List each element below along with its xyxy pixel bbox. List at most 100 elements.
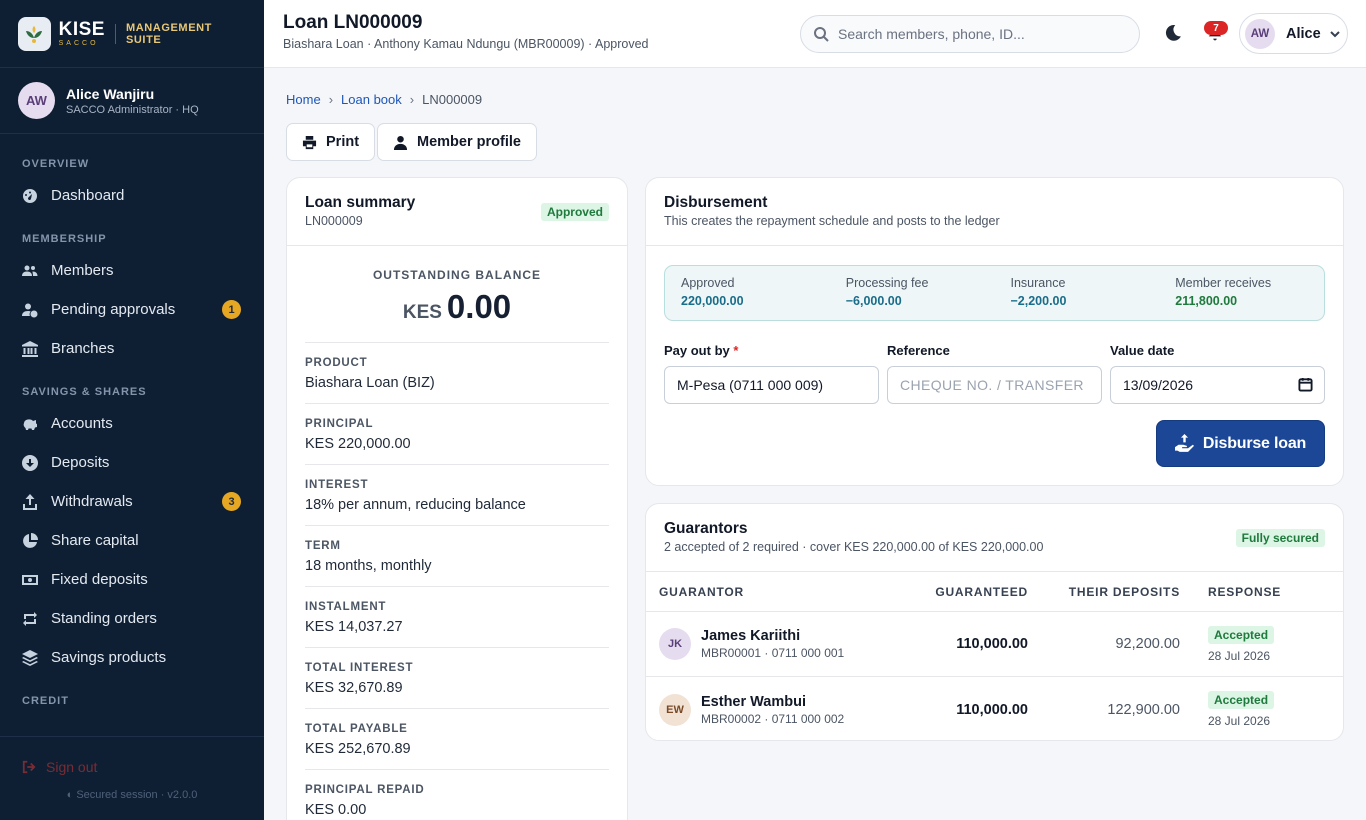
breadcrumb-separator: › — [328, 92, 334, 107]
field-value: KES 32,670.89 — [305, 680, 403, 696]
sidebar-item-label: Withdrawals — [51, 493, 133, 510]
reference-group: Reference — [887, 343, 1102, 404]
print-button[interactable]: Print — [286, 123, 376, 161]
disbursement-subtitle: This creates the repayment schedule and … — [664, 214, 1000, 228]
field-label: INTEREST — [305, 479, 369, 491]
user-icon — [393, 135, 408, 150]
column-header: RESPONSE — [1208, 584, 1282, 599]
table-row[interactable]: JK James Kariithi MBR00001 · 0711 000 00… — [646, 612, 1343, 677]
guarantors-card: Guarantors 2 accepted of 2 required · co… — [645, 503, 1344, 741]
sign-out-button[interactable]: Sign out — [0, 745, 264, 789]
avatar: EW — [659, 693, 691, 726]
user-chip-name: Alice — [1286, 25, 1321, 42]
search-box[interactable] — [800, 15, 1140, 53]
brand[interactable]: KISE SACCO MANAGEMENT SUITE — [0, 0, 264, 68]
avatar: AW — [1245, 18, 1275, 49]
required-marker: * — [733, 343, 739, 358]
sidebar-item-deposits[interactable]: Deposits — [0, 443, 264, 482]
breadcrumb-home[interactable]: Home — [286, 92, 321, 107]
breadcrumb-separator: › — [409, 92, 415, 107]
field-term: TERM 18 months, monthly — [305, 526, 609, 587]
member-profile-button[interactable]: Member profile — [377, 123, 537, 161]
loan-summary-card: Loan summary LN000009 Approved OUTSTANDI… — [286, 177, 628, 820]
search-input[interactable] — [838, 26, 1128, 42]
reference-input[interactable] — [887, 366, 1102, 404]
sign-out-label: Sign out — [46, 759, 98, 775]
nav-section-savings: SAVINGS & SHARES — [22, 386, 147, 398]
breakdown-approved: Approved 220,000.00 — [665, 266, 830, 320]
field-label: PRODUCT — [305, 357, 368, 369]
pie-chart-icon — [23, 532, 38, 548]
sidebar-item-accounts[interactable]: Accounts — [0, 404, 264, 443]
avatar: AW — [18, 82, 55, 119]
sidebar-user[interactable]: AW Alice Wanjiru SACCO Administrator · H… — [0, 68, 264, 134]
field-label: PRINCIPAL REPAID — [305, 784, 425, 796]
sidebar-item-pending-approvals[interactable]: Pending approvals 1 — [0, 290, 264, 329]
bank-icon — [22, 340, 38, 357]
breadcrumb-loan-book[interactable]: Loan book — [341, 92, 402, 107]
outstanding-balance-label: OUTSTANDING BALANCE — [372, 268, 542, 282]
sidebar-item-label: Deposits — [51, 454, 110, 471]
sidebar-item-members[interactable]: Members — [0, 251, 264, 290]
payout-group: Pay out by * — [664, 343, 879, 404]
value-date-input[interactable] — [1110, 366, 1325, 404]
column-header: GUARANTOR — [659, 584, 744, 599]
deposits-amount: 122,900.00 — [1107, 701, 1180, 718]
field-value: 18% per annum, reducing balance — [305, 497, 526, 513]
field-product: PRODUCT Biashara Loan (BIZ) — [305, 343, 609, 404]
sidebar-item-savings-products[interactable]: Savings products — [0, 638, 264, 677]
brand-suite: MANAGEMENT SUITE — [125, 21, 212, 46]
disbursement-title: Disbursement — [664, 194, 768, 211]
field-total-payable: TOTAL PAYABLE KES 252,670.89 — [305, 709, 609, 770]
value-date-group: Value date — [1110, 343, 1325, 404]
guarantors-title: Guarantors — [664, 520, 748, 537]
breakdown-insurance: Insurance −2,200.00 — [995, 266, 1160, 320]
sidebar-footer: Sign out ◐ Secured session · v2.0.0 — [0, 736, 264, 820]
upload-icon — [23, 493, 37, 510]
user-role: SACCO Administrator · HQ — [66, 103, 199, 116]
response-badge: Accepted — [1208, 625, 1275, 644]
value-date-label: Value date — [1110, 343, 1175, 358]
arrow-down-circle-icon — [22, 454, 38, 471]
print-label: Print — [326, 134, 360, 150]
disbursement-card: Disbursement This creates the repayment … — [645, 177, 1344, 486]
guarantors-subtitle: 2 accepted of 2 required · cover KES 220… — [664, 540, 1044, 554]
response-badge: Accepted — [1208, 691, 1275, 709]
sidebar-item-share-capital[interactable]: Share capital — [0, 521, 264, 560]
sidebar-item-fixed-deposits[interactable]: Fixed deposits — [0, 560, 264, 599]
sidebar-nav: OVERVIEW Dashboard MEMBERSHIP Members Pe… — [0, 134, 264, 713]
outstanding-balance: OUTSTANDING BALANCE KES 0.00 — [287, 246, 627, 326]
page-subtitle: Biashara Loan · Anthony Kamau Ndungu (MB… — [283, 37, 649, 51]
disburse-loan-button[interactable]: Disburse loan — [1156, 420, 1325, 467]
deposits-amount: 92,200.00 — [1115, 636, 1180, 652]
moon-icon[interactable] — [1164, 24, 1182, 42]
field-label: INSTALMENT — [305, 601, 387, 613]
field-label: TERM — [305, 540, 341, 552]
page-title: Loan LN000009 — [283, 12, 423, 33]
payout-field[interactable] — [664, 366, 879, 404]
user-name: Alice Wanjiru — [66, 85, 155, 102]
response-date: 28 Jul 2026 — [1208, 648, 1271, 663]
field-value: KES 14,037.27 — [305, 619, 403, 635]
sidebar-item-branches[interactable]: Branches — [0, 329, 264, 368]
response-date: 28 Jul 2026 — [1208, 714, 1271, 728]
calendar-icon[interactable] — [1298, 377, 1313, 392]
hand-money-icon — [1174, 434, 1194, 452]
dashboard-icon — [23, 188, 37, 203]
table-row[interactable]: EW Esther Wambui MBR00002 · 0711 000 002… — [646, 677, 1343, 740]
status-badge: Fully secured — [1235, 529, 1325, 547]
guarantor-name: James Kariithi — [701, 628, 801, 644]
sidebar-item-dashboard[interactable]: Dashboard — [0, 176, 264, 215]
user-menu-button[interactable]: AW Alice — [1239, 13, 1348, 54]
member-profile-label: Member profile — [417, 134, 521, 150]
field-total-interest: TOTAL INTEREST KES 32,670.89 — [305, 648, 609, 709]
layers-icon — [22, 649, 38, 666]
loan-summary-header: Loan summary LN000009 Approved — [287, 178, 627, 246]
breakdown-label: Approved — [681, 276, 735, 290]
field-principal-repaid: PRINCIPAL REPAID KES 0.00 — [305, 770, 609, 820]
sidebar-item-standing-orders[interactable]: Standing orders — [0, 599, 264, 638]
breakdown-value: −2,200.00 — [1010, 294, 1067, 308]
sidebar-item-withdrawals[interactable]: Withdrawals 3 — [0, 482, 264, 521]
breakdown-value: 211,800.00 — [1175, 294, 1238, 308]
breakdown-label: Processing fee — [845, 276, 929, 290]
